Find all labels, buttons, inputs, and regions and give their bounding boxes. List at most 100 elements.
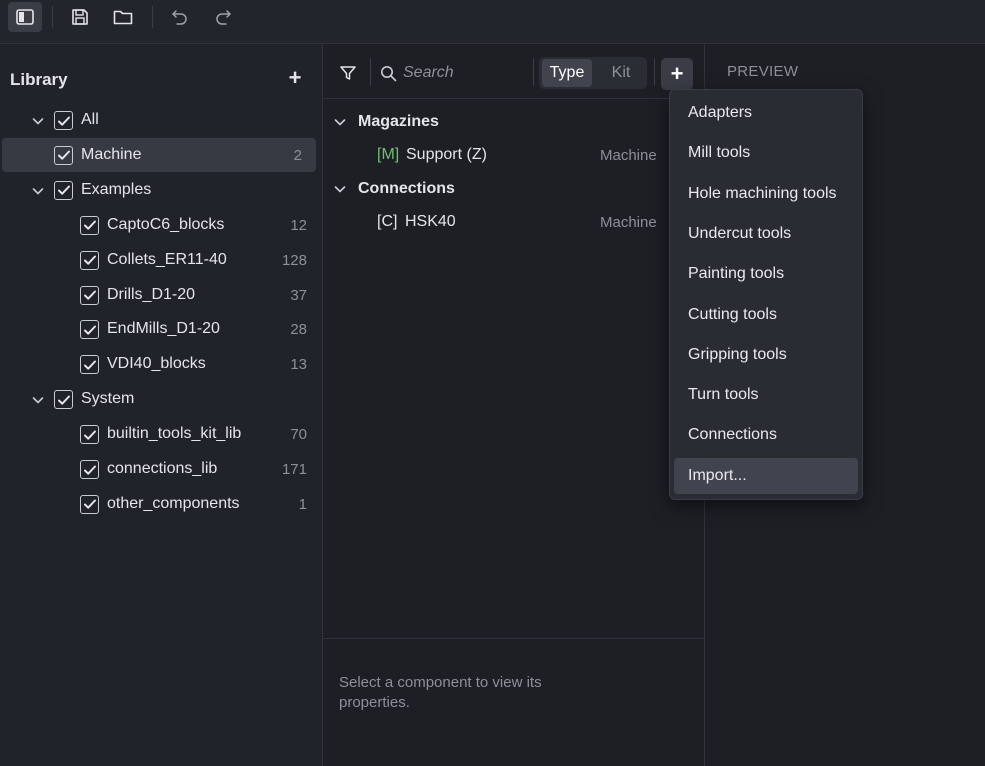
- components-header: Type Kit +: [323, 44, 705, 99]
- type-toggle-button[interactable]: Type: [542, 59, 592, 87]
- tree-item-collets-er11-40[interactable]: Collets_ER11-40 128: [0, 243, 323, 277]
- checkbox[interactable]: [80, 215, 99, 235]
- component-item[interactable]: [M] Support (Z) Machine: [323, 138, 705, 172]
- save-icon: [72, 9, 88, 25]
- tree-item-label: Collets_ER11-40: [107, 250, 227, 268]
- toolbar: [0, 0, 985, 44]
- sidebar-toggle-icon: [16, 9, 34, 25]
- components-panel: Type Kit + Magazines [M] Support (Z) Machin…: [323, 44, 705, 766]
- tree-item-label: System: [81, 390, 135, 408]
- check-icon: [83, 323, 97, 337]
- tree-item-machine[interactable]: Machine 2: [2, 137, 316, 172]
- tree-item-builtin-tools-kit-lib[interactable]: builtin_tools_kit_lib 70: [0, 417, 323, 451]
- menu-item-adapters[interactable]: Adapters: [674, 95, 858, 131]
- check-icon: [83, 288, 97, 302]
- redo-button[interactable]: [206, 2, 240, 32]
- undo-button[interactable]: [163, 2, 197, 32]
- menu-item-label: Mill tools: [688, 144, 751, 162]
- menu-item-hole-machining-tools[interactable]: Hole machining tools: [674, 176, 858, 212]
- folder-icon: [113, 10, 133, 25]
- tree-item-endmills-d1-20[interactable]: EndMills_D1-20 28: [0, 312, 323, 346]
- tree-item-examples[interactable]: Examples: [0, 173, 323, 207]
- checkbox[interactable]: [80, 285, 99, 305]
- item-name: HSK40: [405, 213, 456, 230]
- properties-hint: Select a component to view its propertie…: [339, 674, 542, 711]
- checkbox[interactable]: [54, 111, 73, 130]
- tree-item-connections-lib[interactable]: connections_lib 171: [0, 452, 323, 486]
- filter-icon[interactable]: [339, 64, 357, 82]
- item-name: Support (Z): [406, 146, 487, 163]
- save-button[interactable]: [63, 2, 97, 32]
- menu-item-gripping-tools[interactable]: Gripping tools: [674, 337, 858, 373]
- tree-item-count: 13: [290, 356, 307, 374]
- checkbox[interactable]: [80, 494, 99, 514]
- group-magazines[interactable]: Magazines: [323, 104, 705, 138]
- checkbox[interactable]: [80, 320, 99, 340]
- chevron-down-icon[interactable]: [333, 182, 347, 196]
- tree-item-captoc6-blocks[interactable]: CaptoC6_blocks 12: [0, 208, 323, 242]
- chevron-down-icon[interactable]: [333, 115, 347, 129]
- tree-item-all[interactable]: All: [0, 103, 323, 137]
- search-icon: [381, 66, 397, 82]
- menu-item-undercut-tools[interactable]: Undercut tools: [674, 216, 858, 252]
- sidebar-toggle-button[interactable]: [8, 2, 42, 32]
- view-toggle: Type Kit: [539, 57, 647, 89]
- tree-item-label: other_components: [107, 494, 240, 512]
- tree-item-vdi40-blocks[interactable]: VDI40_blocks 13: [0, 347, 323, 381]
- tree-item-count: 2: [293, 146, 302, 164]
- menu-item-label: Connections: [688, 426, 777, 444]
- checkbox[interactable]: [54, 180, 73, 200]
- chevron-down-icon[interactable]: [31, 114, 45, 128]
- item-prefix: [C]: [377, 213, 398, 230]
- add-component-button[interactable]: +: [661, 58, 693, 90]
- checkbox[interactable]: [80, 355, 99, 375]
- group-connections[interactable]: Connections: [323, 171, 705, 205]
- tree-item-other-components[interactable]: other_components 1: [0, 487, 323, 521]
- tree-item-count: 70: [290, 426, 307, 444]
- menu-item-mill-tools[interactable]: Mill tools: [674, 135, 858, 171]
- undo-icon: [172, 10, 187, 25]
- menu-item-painting-tools[interactable]: Painting tools: [674, 256, 858, 292]
- checkbox[interactable]: [54, 145, 73, 165]
- library-panel: Library + All Machine 2 Examples CaptoC6_blo…: [0, 44, 323, 766]
- checkbox[interactable]: [80, 460, 99, 479]
- menu-item-turn-tools[interactable]: Turn tools: [674, 377, 858, 413]
- menu-item-connections[interactable]: Connections: [674, 417, 858, 453]
- menu-item-import[interactable]: Import...: [674, 457, 858, 494]
- checkbox[interactable]: [80, 425, 99, 445]
- menu-item-cutting-tools[interactable]: Cutting tools: [674, 297, 858, 333]
- open-folder-button[interactable]: [106, 2, 140, 32]
- chevron-down-icon[interactable]: [31, 393, 45, 407]
- menu-item-label: Adapters: [688, 104, 753, 121]
- kit-toggle-button[interactable]: Kit: [599, 59, 643, 87]
- tree-item-label: Examples: [81, 180, 152, 198]
- check-icon: [83, 497, 97, 511]
- tree-item-count: 171: [281, 461, 307, 478]
- tree-item-label: builtin_tools_kit_lib: [107, 425, 242, 443]
- tree-item-count: 37: [290, 286, 307, 304]
- check-icon: [57, 114, 71, 128]
- tree-item-label: Machine: [81, 145, 142, 163]
- checkbox[interactable]: [54, 390, 73, 410]
- redo-icon: [216, 10, 231, 25]
- component-item[interactable]: [C] HSK40 Machine: [323, 205, 705, 239]
- check-icon: [83, 358, 97, 372]
- item-prefix: [M]: [377, 146, 400, 163]
- add-component-menu: Adapters Mill tools Hole machining tools Un…: [669, 89, 863, 500]
- check-icon: [57, 183, 71, 197]
- tree-item-drills-d1-20[interactable]: Drills_D1-20 37: [0, 278, 323, 312]
- item-type: Machine: [600, 147, 657, 164]
- library-title: Library: [10, 70, 68, 89]
- checkbox[interactable]: [80, 250, 99, 270]
- search-input[interactable]: [403, 60, 523, 86]
- chevron-down-icon[interactable]: [31, 184, 45, 198]
- check-icon: [57, 393, 71, 407]
- add-library-button[interactable]: +: [282, 64, 308, 92]
- menu-item-label: Gripping tools: [688, 345, 787, 363]
- group-label: Magazines: [358, 113, 439, 130]
- tree-item-label: All: [81, 111, 99, 128]
- tree-item-label: VDI40_blocks: [107, 355, 206, 373]
- check-icon: [57, 148, 71, 162]
- tree-item-system[interactable]: System: [0, 382, 323, 416]
- tree-item-label: Drills_D1-20: [107, 285, 196, 303]
